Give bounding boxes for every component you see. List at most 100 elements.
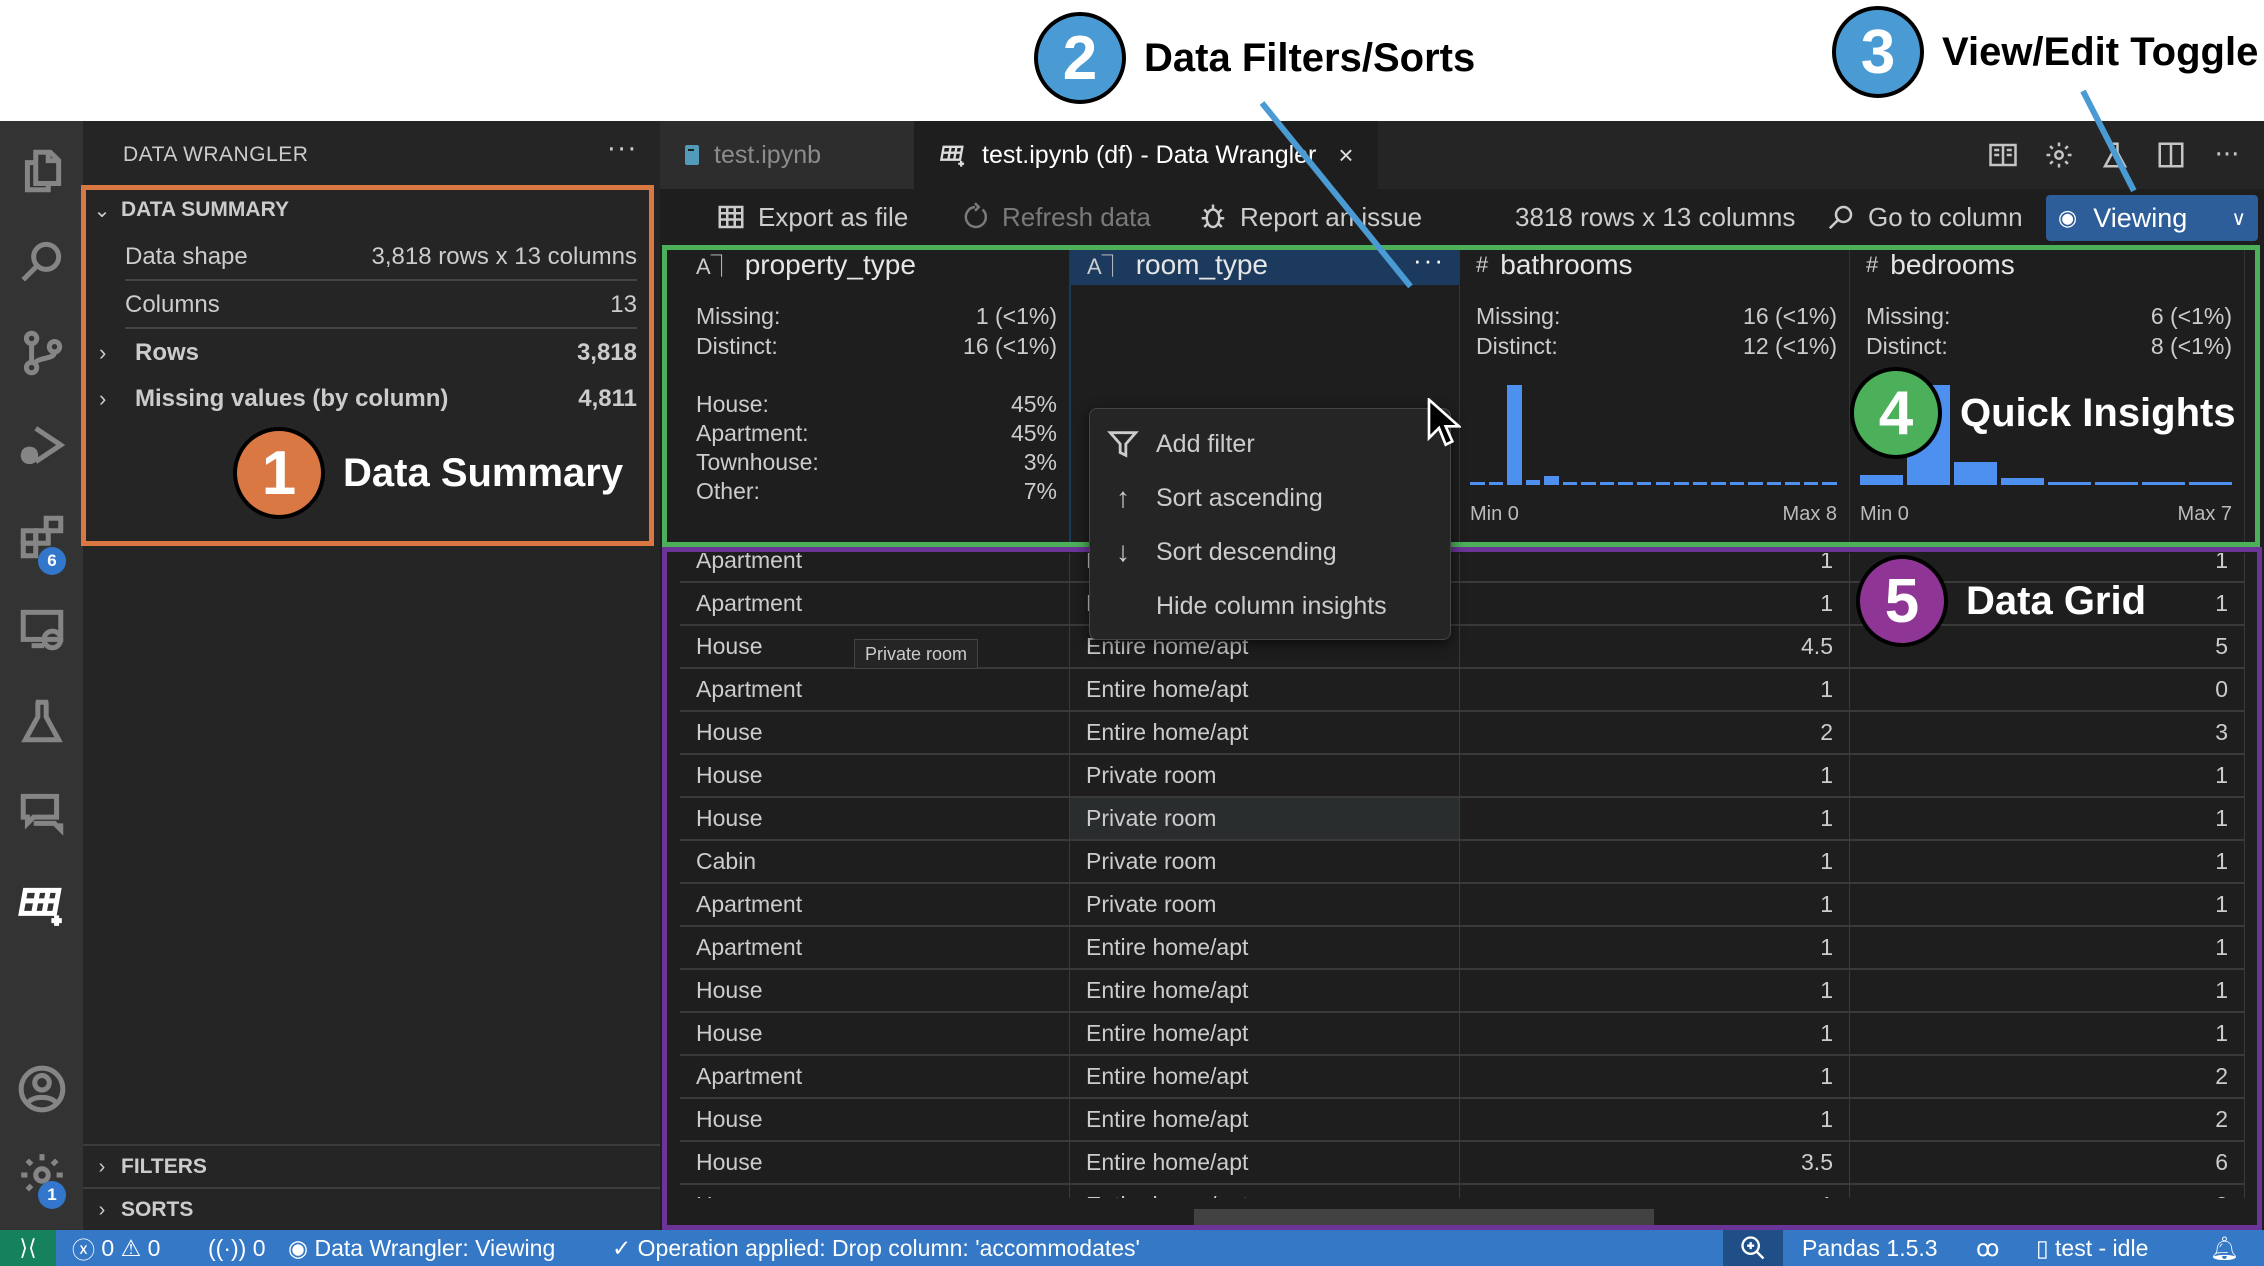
table-cell[interactable]: House xyxy=(680,1099,1070,1140)
table-cell[interactable]: 1 xyxy=(1460,553,1850,581)
operation-status[interactable]: ✓ Operation applied: Drop column: 'accom… xyxy=(612,1230,1140,1266)
export-as-file-button[interactable]: Export as file xyxy=(716,189,908,245)
histogram-bar[interactable] xyxy=(2095,482,2138,485)
table-cell[interactable]: 6 xyxy=(1850,1142,2245,1183)
menu-item-sort-descending[interactable]: ↓ Sort descending xyxy=(1090,525,1450,579)
table-cell[interactable]: 1 xyxy=(1460,927,1850,968)
table-cell[interactable]: 1 xyxy=(1460,1185,1850,1198)
table-cell[interactable]: Entire home/apt xyxy=(1070,712,1460,753)
table-cell[interactable]: 1 xyxy=(1850,884,2245,925)
table-cell[interactable]: 1 xyxy=(1850,1013,2245,1054)
table-cell[interactable]: Private room xyxy=(1070,884,1460,925)
remote-indicator-icon[interactable]: ⟩⟨ xyxy=(0,1230,56,1266)
table-cell[interactable]: 1 xyxy=(1850,927,2245,968)
summary-row-rows[interactable]: › Rows 3,818 xyxy=(99,331,637,375)
table-cell[interactable]: 1 xyxy=(1460,755,1850,796)
summary-row-missing-values[interactable]: › Missing values (by column) 4,811 xyxy=(99,377,637,421)
menu-item-sort-ascending[interactable]: ↑ Sort ascending xyxy=(1090,471,1450,525)
table-cell[interactable]: 2 xyxy=(1850,1099,2245,1140)
remote-explorer-icon[interactable] xyxy=(0,589,83,669)
extensions-icon[interactable]: 6 xyxy=(0,497,83,577)
table-cell[interactable]: House xyxy=(680,1013,1070,1054)
source-control-icon[interactable] xyxy=(0,313,83,393)
table-cell[interactable]: 2 xyxy=(1850,1185,2245,1198)
table-cell[interactable]: 3.5 xyxy=(1460,1142,1850,1183)
table-cell[interactable]: Entire home/apt xyxy=(1070,1142,1460,1183)
table-row[interactable]: House Private room 1 1 xyxy=(680,755,2245,798)
histogram-bar[interactable] xyxy=(1729,482,1745,485)
kernel-status[interactable]: ▯ test - idle xyxy=(2036,1230,2148,1266)
open-preview-icon[interactable] xyxy=(1986,138,2020,172)
histogram-bar[interactable] xyxy=(1636,482,1652,485)
histogram-bar[interactable] xyxy=(1692,482,1708,485)
copilot-icon[interactable]: ꝏ xyxy=(1976,1230,1999,1266)
table-cell[interactable]: 1 xyxy=(1460,1013,1850,1054)
histogram-bar[interactable] xyxy=(1581,482,1596,485)
table-cell[interactable]: 1 xyxy=(1460,798,1850,839)
table-cell[interactable]: Private room xyxy=(1070,755,1460,796)
table-cell[interactable]: Entire home/apt xyxy=(1070,1013,1460,1054)
histogram-bar[interactable] xyxy=(1711,482,1726,485)
notifications-bell-icon[interactable]: 🔔︎ xyxy=(2210,1230,2239,1266)
tab-test-ipynb[interactable]: test.ipynb xyxy=(660,121,914,189)
table-cell[interactable]: House xyxy=(680,1142,1070,1183)
data-wrangler-mode-status[interactable]: ◉ Data Wrangler: Viewing xyxy=(288,1230,555,1266)
run-debug-icon[interactable] xyxy=(0,405,83,485)
table-cell[interactable]: Apartment xyxy=(680,1056,1070,1097)
table-row[interactable]: Cabin Private room 1 1 xyxy=(680,841,2245,884)
data-wrangler-icon[interactable] xyxy=(0,865,83,945)
column-more-icon[interactable]: ··· xyxy=(1413,245,1445,276)
histogram-bar[interactable] xyxy=(1544,476,1559,485)
histogram-bar[interactable] xyxy=(1822,482,1837,485)
close-tab-icon[interactable]: × xyxy=(1338,140,1353,171)
menu-item-hide-column-insights[interactable]: Hide column insights xyxy=(1090,579,1450,633)
table-cell[interactable]: Private room xyxy=(1070,841,1460,882)
histogram-bar[interactable] xyxy=(1748,482,1763,485)
pandas-version[interactable]: Pandas 1.5.3 xyxy=(1802,1230,1938,1266)
table-row[interactable]: Apartment Private room 1 1 xyxy=(680,884,2245,927)
table-cell[interactable]: 1 xyxy=(1850,755,2245,796)
horizontal-scrollbar[interactable] xyxy=(1194,1209,1654,1227)
table-cell[interactable]: 0 xyxy=(1850,669,2245,710)
chat-icon[interactable] xyxy=(0,773,83,853)
table-cell[interactable]: Entire home/apt xyxy=(1070,970,1460,1011)
table-cell[interactable]: Cabin xyxy=(680,841,1070,882)
table-cell[interactable]: 1 xyxy=(1460,1099,1850,1140)
histogram[interactable] xyxy=(1470,385,1837,485)
table-cell[interactable]: 1 xyxy=(1850,970,2245,1011)
table-row[interactable]: ApartmentEntire home/apt11 xyxy=(680,927,2245,970)
accounts-icon[interactable] xyxy=(0,1049,83,1129)
histogram-bar[interactable] xyxy=(1599,482,1615,485)
table-cell[interactable]: Apartment xyxy=(680,927,1070,968)
table-cell[interactable]: 2 xyxy=(1850,1056,2245,1097)
histogram-bar[interactable] xyxy=(1507,385,1522,485)
filters-section-header[interactable]: › FILTERS xyxy=(83,1146,660,1188)
explorer-icon[interactable] xyxy=(0,131,83,211)
table-cell[interactable]: 1 xyxy=(1460,1056,1850,1097)
table-cell[interactable]: 1 xyxy=(1850,798,2245,839)
table-cell[interactable]: Private room xyxy=(1070,798,1460,839)
table-cell[interactable]: 3 xyxy=(1850,712,2245,753)
sidebar-more-icon[interactable]: ··· xyxy=(607,135,638,165)
more-actions-icon[interactable]: ··· xyxy=(2210,138,2244,172)
column-header-property-type[interactable]: A⏋ property_type Missing: 1 (<1%) Distinc… xyxy=(680,245,1070,547)
table-row[interactable]: HouseEntire home/apt12 xyxy=(680,1099,2245,1142)
table-cell[interactable]: House xyxy=(680,798,1070,839)
data-summary-section-header[interactable]: ⌄ DATA SUMMARY xyxy=(83,189,660,231)
table-cell[interactable]: 1 xyxy=(1850,841,2245,882)
table-cell[interactable]: Entire home/apt xyxy=(1070,669,1460,710)
table-row[interactable]: House Private room 1 1 xyxy=(680,798,2245,841)
table-cell[interactable]: 1 xyxy=(1460,841,1850,882)
search-icon[interactable] xyxy=(0,221,83,301)
histogram-bar[interactable] xyxy=(1785,482,1800,485)
histogram-bar[interactable] xyxy=(1470,482,1485,485)
table-cell[interactable]: 2 xyxy=(1460,712,1850,753)
histogram-bar[interactable] xyxy=(1562,482,1578,485)
table-row[interactable]: House Entire home/apt 3.5 6 xyxy=(680,1142,2245,1185)
ports-indicator[interactable]: ((·)) 0 xyxy=(208,1230,265,1266)
column-header-bedrooms[interactable]: # bedrooms Missing: 6 (<1%) Distinct: 8 (<… xyxy=(1850,245,2245,547)
table-row[interactable]: HouseEntire home/apt12 xyxy=(680,1185,2245,1198)
menu-item-add-filter[interactable]: Add filter xyxy=(1090,417,1450,471)
problems-indicator[interactable]: ⓧ 0 ⚠ 0 xyxy=(72,1230,160,1266)
table-row[interactable]: House Entire home/apt 1 1 xyxy=(680,1013,2245,1056)
